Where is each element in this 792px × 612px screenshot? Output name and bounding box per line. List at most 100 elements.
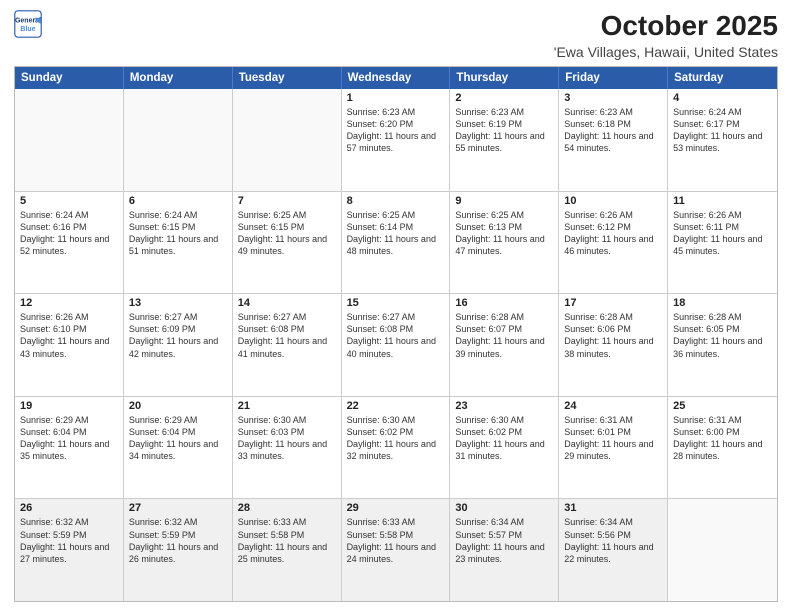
day-number: 31	[564, 502, 662, 514]
calendar-cell: 11 Sunrise: 6:26 AM Sunset: 6:11 PM Dayli…	[668, 192, 777, 294]
header: General Blue October 2025 'Ewa Villages,…	[14, 10, 778, 60]
calendar-body: 1 Sunrise: 6:23 AM Sunset: 6:20 PM Daylig…	[15, 89, 777, 601]
calendar-cell	[15, 89, 124, 191]
calendar-cell: 25 Sunrise: 6:31 AM Sunset: 6:00 PM Dayli…	[668, 397, 777, 499]
calendar-cell: 7 Sunrise: 6:25 AM Sunset: 6:15 PM Daylig…	[233, 192, 342, 294]
weekday-header: Wednesday	[342, 67, 451, 89]
cell-info: Sunrise: 6:23 AM Sunset: 6:20 PM Dayligh…	[347, 106, 445, 155]
cell-info: Sunrise: 6:32 AM Sunset: 5:59 PM Dayligh…	[20, 516, 118, 565]
cell-info: Sunrise: 6:27 AM Sunset: 6:09 PM Dayligh…	[129, 311, 227, 360]
day-number: 1	[347, 92, 445, 104]
day-number: 24	[564, 400, 662, 412]
page: General Blue October 2025 'Ewa Villages,…	[0, 0, 792, 612]
calendar-cell: 17 Sunrise: 6:28 AM Sunset: 6:06 PM Dayli…	[559, 294, 668, 396]
svg-text:Blue: Blue	[20, 26, 35, 33]
day-number: 22	[347, 400, 445, 412]
day-number: 11	[673, 195, 772, 207]
calendar-row: 5 Sunrise: 6:24 AM Sunset: 6:16 PM Daylig…	[15, 191, 777, 294]
calendar-cell: 24 Sunrise: 6:31 AM Sunset: 6:01 PM Dayli…	[559, 397, 668, 499]
calendar-cell: 15Sunrise: 6:27 AM Sunset: 6:08 PM Dayli…	[342, 294, 451, 396]
calendar-row: 19 Sunrise: 6:29 AM Sunset: 6:04 PM Dayli…	[15, 396, 777, 499]
cell-info: Sunrise: 6:26 AM Sunset: 6:11 PM Dayligh…	[673, 209, 772, 258]
weekday-header: Thursday	[450, 67, 559, 89]
day-number: 29	[347, 502, 445, 514]
day-number: 7	[238, 195, 336, 207]
calendar: SundayMondayTuesdayWednesdayThursdayFrid…	[14, 66, 778, 602]
cell-info: Sunrise: 6:34 AM Sunset: 5:56 PM Dayligh…	[564, 516, 662, 565]
cell-info: Sunrise: 6:30 AM Sunset: 6:02 PM Dayligh…	[347, 414, 445, 463]
day-number: 6	[129, 195, 227, 207]
day-number: 12	[20, 297, 118, 309]
calendar-cell: 16 Sunrise: 6:28 AM Sunset: 6:07 PM Dayli…	[450, 294, 559, 396]
calendar-cell: 30 Sunrise: 6:34 AM Sunset: 5:57 PM Dayli…	[450, 499, 559, 601]
cell-info: Sunrise: 6:28 AM Sunset: 6:05 PM Dayligh…	[673, 311, 772, 360]
calendar-row: 12 Sunrise: 6:26 AM Sunset: 6:10 PM Dayli…	[15, 293, 777, 396]
day-number: 16	[455, 297, 553, 309]
cell-info: Sunrise: 6:34 AM Sunset: 5:57 PM Dayligh…	[455, 516, 553, 565]
calendar-cell: 18 Sunrise: 6:28 AM Sunset: 6:05 PM Dayli…	[668, 294, 777, 396]
day-number: 4	[673, 92, 772, 104]
day-number: 10	[564, 195, 662, 207]
weekday-header: Sunday	[15, 67, 124, 89]
cell-info: Sunrise: 6:24 AM Sunset: 6:16 PM Dayligh…	[20, 209, 118, 258]
day-number: 21	[238, 400, 336, 412]
calendar-cell: 9Sunrise: 6:25 AM Sunset: 6:13 PM Daylig…	[450, 192, 559, 294]
calendar-cell: 28Sunrise: 6:33 AM Sunset: 5:58 PM Dayli…	[233, 499, 342, 601]
cell-info: Sunrise: 6:30 AM Sunset: 6:03 PM Dayligh…	[238, 414, 336, 463]
day-number: 23	[455, 400, 553, 412]
cell-info: Sunrise: 6:27 AM Sunset: 6:08 PM Dayligh…	[347, 311, 445, 360]
day-number: 26	[20, 502, 118, 514]
cell-info: Sunrise: 6:23 AM Sunset: 6:19 PM Dayligh…	[455, 106, 553, 155]
calendar-row: 1 Sunrise: 6:23 AM Sunset: 6:20 PM Daylig…	[15, 89, 777, 191]
day-number: 19	[20, 400, 118, 412]
cell-info: Sunrise: 6:29 AM Sunset: 6:04 PM Dayligh…	[129, 414, 227, 463]
weekday-header: Monday	[124, 67, 233, 89]
day-number: 8	[347, 195, 445, 207]
calendar-cell: 10Sunrise: 6:26 AM Sunset: 6:12 PM Dayli…	[559, 192, 668, 294]
month-title: October 2025	[554, 10, 778, 42]
logo: General Blue	[14, 10, 42, 38]
cell-info: Sunrise: 6:28 AM Sunset: 6:06 PM Dayligh…	[564, 311, 662, 360]
cell-info: Sunrise: 6:24 AM Sunset: 6:17 PM Dayligh…	[673, 106, 772, 155]
calendar-cell: 31 Sunrise: 6:34 AM Sunset: 5:56 PM Dayli…	[559, 499, 668, 601]
calendar-cell: 27 Sunrise: 6:32 AM Sunset: 5:59 PM Dayli…	[124, 499, 233, 601]
calendar-cell: 3 Sunrise: 6:23 AM Sunset: 6:18 PM Daylig…	[559, 89, 668, 191]
cell-info: Sunrise: 6:25 AM Sunset: 6:15 PM Dayligh…	[238, 209, 336, 258]
day-number: 25	[673, 400, 772, 412]
cell-info: Sunrise: 6:31 AM Sunset: 6:01 PM Dayligh…	[564, 414, 662, 463]
calendar-cell	[668, 499, 777, 601]
calendar-cell: 21 Sunrise: 6:30 AM Sunset: 6:03 PM Dayli…	[233, 397, 342, 499]
calendar-cell: 1 Sunrise: 6:23 AM Sunset: 6:20 PM Daylig…	[342, 89, 451, 191]
calendar-cell: 19 Sunrise: 6:29 AM Sunset: 6:04 PM Dayli…	[15, 397, 124, 499]
day-number: 18	[673, 297, 772, 309]
cell-info: Sunrise: 6:31 AM Sunset: 6:00 PM Dayligh…	[673, 414, 772, 463]
cell-info: Sunrise: 6:32 AM Sunset: 5:59 PM Dayligh…	[129, 516, 227, 565]
day-number: 5	[20, 195, 118, 207]
day-number: 3	[564, 92, 662, 104]
calendar-cell: 14Sunrise: 6:27 AM Sunset: 6:08 PM Dayli…	[233, 294, 342, 396]
calendar-header: SundayMondayTuesdayWednesdayThursdayFrid…	[15, 67, 777, 89]
day-number: 27	[129, 502, 227, 514]
calendar-cell: 12 Sunrise: 6:26 AM Sunset: 6:10 PM Dayli…	[15, 294, 124, 396]
calendar-cell: 2 Sunrise: 6:23 AM Sunset: 6:19 PM Daylig…	[450, 89, 559, 191]
location-title: 'Ewa Villages, Hawaii, United States	[554, 44, 778, 60]
cell-info: Sunrise: 6:28 AM Sunset: 6:07 PM Dayligh…	[455, 311, 553, 360]
logo-icon: General Blue	[14, 10, 42, 38]
cell-info: Sunrise: 6:24 AM Sunset: 6:15 PM Dayligh…	[129, 209, 227, 258]
cell-info: Sunrise: 6:23 AM Sunset: 6:18 PM Dayligh…	[564, 106, 662, 155]
calendar-cell: 20 Sunrise: 6:29 AM Sunset: 6:04 PM Dayli…	[124, 397, 233, 499]
day-number: 13	[129, 297, 227, 309]
calendar-cell: 22 Sunrise: 6:30 AM Sunset: 6:02 PM Dayli…	[342, 397, 451, 499]
calendar-cell: 5 Sunrise: 6:24 AM Sunset: 6:16 PM Daylig…	[15, 192, 124, 294]
title-block: October 2025 'Ewa Villages, Hawaii, Unit…	[554, 10, 778, 60]
cell-info: Sunrise: 6:29 AM Sunset: 6:04 PM Dayligh…	[20, 414, 118, 463]
cell-info: Sunrise: 6:26 AM Sunset: 6:10 PM Dayligh…	[20, 311, 118, 360]
calendar-cell: 4 Sunrise: 6:24 AM Sunset: 6:17 PM Daylig…	[668, 89, 777, 191]
calendar-cell: 29Sunrise: 6:33 AM Sunset: 5:58 PM Dayli…	[342, 499, 451, 601]
day-number: 9	[455, 195, 553, 207]
day-number: 14	[238, 297, 336, 309]
day-number: 30	[455, 502, 553, 514]
day-number: 2	[455, 92, 553, 104]
day-number: 17	[564, 297, 662, 309]
day-number: 20	[129, 400, 227, 412]
